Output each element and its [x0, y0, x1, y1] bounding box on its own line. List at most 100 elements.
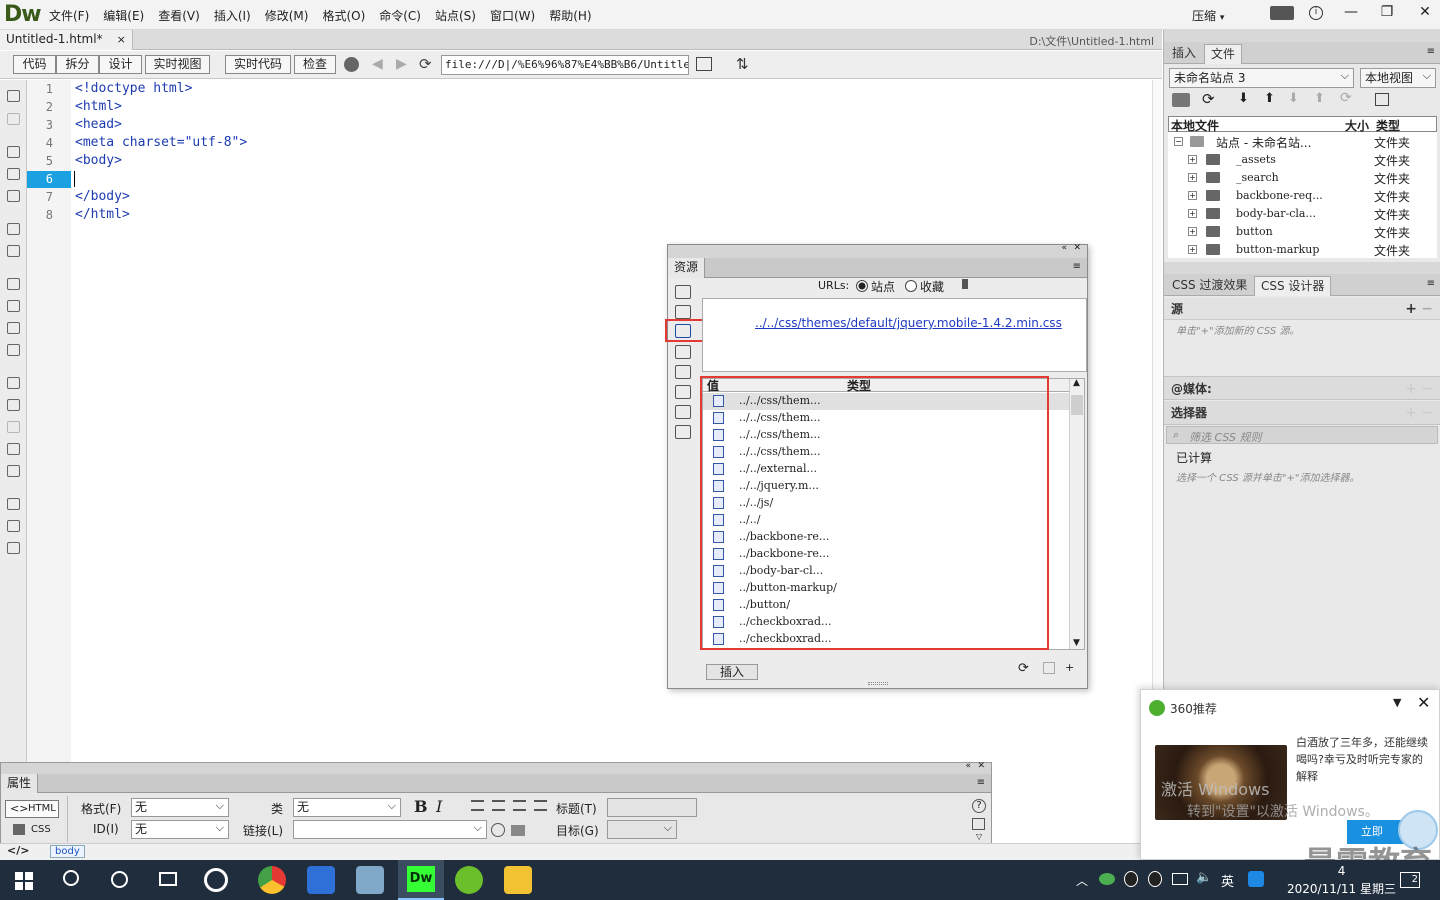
file-explorer-icon[interactable]: [504, 866, 532, 894]
title-input[interactable]: [607, 798, 697, 817]
expand-icon[interactable]: +: [1188, 191, 1197, 200]
show-code-navigator-icon[interactable]: [7, 113, 20, 125]
chrome-icon[interactable]: [258, 866, 286, 894]
word-wrap-icon[interactable]: [7, 322, 20, 334]
format-source-code-icon[interactable]: [7, 542, 20, 554]
info-icon[interactable]: i: [1309, 6, 1323, 20]
synchronize-icon[interactable]: ⟳: [1340, 90, 1352, 106]
indent-icon[interactable]: [534, 800, 547, 811]
popup-close-icon[interactable]: ✕: [1417, 693, 1430, 712]
get-files-icon[interactable]: ⬇: [1238, 91, 1249, 106]
remove-selector-icon[interactable]: −: [1421, 401, 1433, 425]
tab-insert[interactable]: 插入: [1166, 44, 1202, 64]
scroll-down-icon[interactable]: ▼: [1073, 638, 1080, 648]
expand-icon[interactable]: +: [1188, 155, 1197, 164]
browse-folder-icon[interactable]: [511, 825, 525, 836]
tab-assets[interactable]: 资源: [668, 258, 706, 278]
connect-icon[interactable]: [1172, 93, 1190, 107]
images-icon[interactable]: [675, 285, 691, 299]
point-to-file-icon[interactable]: [491, 823, 505, 837]
templates-icon[interactable]: [675, 405, 691, 419]
live-code-button[interactable]: 实时代码: [225, 55, 291, 74]
task-view-icon[interactable]: [159, 872, 177, 886]
collapse-selection-icon[interactable]: [7, 168, 20, 180]
file-row[interactable]: + _assets 文件夹: [1168, 151, 1437, 169]
remove-source-icon[interactable]: −: [1421, 298, 1433, 320]
panel-menu-icon[interactable]: ≡: [1073, 261, 1081, 272]
expand-panel-icon[interactable]: [1375, 93, 1389, 106]
popup-menu-icon[interactable]: ▼: [1393, 696, 1401, 709]
panel-menu-icon[interactable]: ≡: [1427, 278, 1435, 289]
add-to-favorites-icon[interactable]: +: [1065, 661, 1074, 674]
balance-braces-icon[interactable]: [7, 245, 20, 257]
view-options-icon[interactable]: [696, 57, 712, 71]
remove-comment-icon[interactable]: [7, 399, 20, 411]
menu-help[interactable]: 帮助(H): [542, 7, 598, 24]
help-icon[interactable]: ?: [972, 799, 986, 813]
file-row[interactable]: + body-bar-cla... 文件夹: [1168, 205, 1437, 223]
select-parent-tag-icon[interactable]: [7, 223, 20, 235]
browser-preview-icon[interactable]: [344, 57, 359, 72]
class-select[interactable]: 无: [293, 797, 401, 817]
id-select[interactable]: 无: [131, 819, 229, 839]
restore-button[interactable]: ❐: [1369, 0, 1405, 24]
watermelon-app-icon[interactable]: [455, 866, 483, 894]
bookmark-icon[interactable]: [962, 279, 968, 289]
resize-grip[interactable]: [868, 682, 888, 685]
wps-icon[interactable]: [307, 866, 335, 894]
filter-rules-input[interactable]: ⌕ 筛选 CSS 规则: [1166, 426, 1438, 444]
expand-icon[interactable]: +: [1188, 227, 1197, 236]
tab-files[interactable]: 文件: [1204, 44, 1243, 64]
ime-indicator[interactable]: 英: [1221, 871, 1234, 890]
file-row[interactable]: + _search 文件夹: [1168, 169, 1437, 187]
file-row[interactable]: + backbone-req... 文件夹: [1168, 187, 1437, 205]
volume-icon[interactable]: 🔈: [1196, 870, 1212, 885]
address-input[interactable]: file:///D|/%E6%96%87%E4%BB%B6/Untitled: [441, 55, 689, 75]
collapse-tag-icon[interactable]: [7, 146, 20, 158]
menu-modify[interactable]: 修改(M): [258, 7, 316, 24]
inspect-button[interactable]: 检查: [294, 55, 336, 74]
network-icon[interactable]: [1172, 873, 1188, 885]
close-panel-icon[interactable]: ✕: [977, 761, 985, 771]
menu-format[interactable]: 格式(O): [315, 7, 372, 24]
expand-properties-icon[interactable]: ▽: [976, 832, 982, 841]
expand-all-icon[interactable]: [7, 190, 20, 202]
tab-css-transitions[interactable]: CSS 过渡效果: [1166, 276, 1253, 296]
remove-media-icon[interactable]: −: [1421, 377, 1433, 401]
scroll-up-icon[interactable]: ▲: [1073, 378, 1080, 388]
highlight-invalid-code-icon[interactable]: [7, 300, 20, 312]
media-icon[interactable]: [675, 345, 691, 359]
forward-arrow-icon[interactable]: ▶: [396, 56, 407, 72]
target-select[interactable]: [607, 819, 677, 839]
workspace-dropdown[interactable]: 压缩 ▾: [1192, 7, 1224, 24]
preview-link[interactable]: ../../css/themes/default/jquery.mobile-1…: [755, 316, 1062, 330]
file-management-icon[interactable]: ⇅: [736, 55, 749, 73]
add-media-icon[interactable]: +: [1405, 377, 1417, 401]
site-radio[interactable]: [856, 280, 868, 292]
bold-button[interactable]: B: [414, 797, 428, 816]
split-view-button[interactable]: 拆分: [56, 55, 99, 74]
qq-icon[interactable]: [1124, 871, 1138, 887]
menu-insert[interactable]: 插入(I): [207, 7, 258, 24]
check-in-icon[interactable]: ⬆: [1314, 91, 1325, 106]
notepad-icon[interactable]: [356, 866, 384, 894]
file-row[interactable]: + button-markup 文件夹: [1168, 241, 1437, 259]
asset-list-scrollbar[interactable]: ▲ ▼: [1069, 378, 1084, 649]
sync-settings-icon[interactable]: [1270, 6, 1294, 20]
format-select[interactable]: 无: [131, 797, 229, 817]
menu-window[interactable]: 窗口(W): [483, 7, 542, 24]
tray-app-icon[interactable]: [1248, 871, 1264, 887]
dreamweaver-taskbar-item[interactable]: Dw: [398, 860, 444, 900]
put-files-icon[interactable]: ⬆: [1264, 91, 1275, 106]
menu-view[interactable]: 查看(V): [151, 7, 207, 24]
minimize-button[interactable]: —: [1333, 0, 1369, 24]
check-out-icon[interactable]: ⬇: [1288, 91, 1299, 106]
code-view-button[interactable]: 代码: [13, 55, 56, 74]
start-icon[interactable]: [15, 872, 33, 890]
menu-edit[interactable]: 编辑(E): [96, 7, 151, 24]
menu-file[interactable]: 文件(F): [42, 7, 96, 24]
close-tab-icon[interactable]: ×: [117, 33, 126, 46]
line-numbers-icon[interactable]: [7, 278, 20, 290]
expand-icon[interactable]: +: [1188, 209, 1197, 218]
expand-icon[interactable]: +: [1188, 173, 1197, 182]
